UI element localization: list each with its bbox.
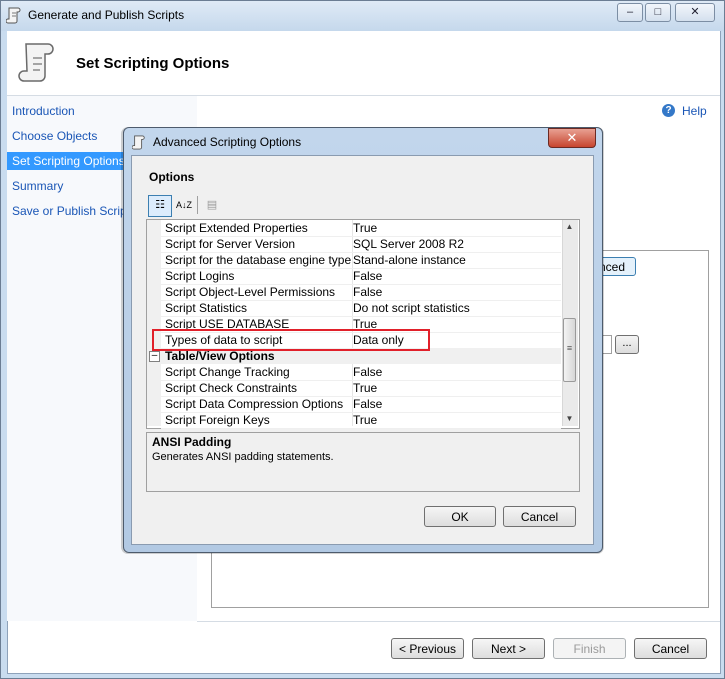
property-name: Script Data Compression Options bbox=[165, 397, 344, 411]
grid-row[interactable]: Script Change Tracking False bbox=[161, 364, 561, 381]
ok-button[interactable]: OK bbox=[424, 506, 496, 527]
nav-item-choose-objects[interactable]: Choose Objects bbox=[12, 129, 97, 143]
property-name: Script Statistics bbox=[165, 301, 248, 315]
window-close-button[interactable]: ✕ bbox=[675, 3, 715, 22]
grid-gutter bbox=[147, 220, 161, 426]
category-label: Table/View Options bbox=[165, 349, 275, 363]
scroll-up-icon[interactable]: ▲ bbox=[562, 220, 577, 234]
grid-row[interactable]: Script Statistics Do not script statistic… bbox=[161, 300, 561, 317]
grid-row[interactable]: Script Extended Properties True bbox=[161, 220, 561, 237]
property-value: False bbox=[353, 397, 383, 411]
property-name: Script for the database engine type bbox=[165, 253, 352, 267]
minimize-button[interactable]: – bbox=[617, 3, 643, 22]
property-name: Script Extended Properties bbox=[165, 221, 308, 235]
nav-item-introduction[interactable]: Introduction bbox=[12, 104, 75, 118]
scroll-down-icon[interactable]: ▼ bbox=[562, 412, 577, 426]
grid-row[interactable]: Script Foreign Keys True bbox=[161, 412, 561, 429]
property-name: Script Logins bbox=[165, 269, 235, 283]
page-title: Set Scripting Options bbox=[76, 55, 230, 72]
script-scroll-icon bbox=[6, 7, 21, 24]
grid-row[interactable]: Script Object-Level Permissions False bbox=[161, 284, 561, 301]
nav-item-save-or-publish[interactable]: Save or Publish Scripts bbox=[12, 204, 136, 218]
property-name: Script Foreign Keys bbox=[165, 413, 270, 427]
previous-button[interactable]: < Previous bbox=[391, 638, 464, 659]
property-name: Script for Server Version bbox=[165, 237, 296, 251]
highlight-box bbox=[152, 329, 430, 351]
alphabetical-sort-icon[interactable]: A↓Z bbox=[172, 195, 196, 217]
help-link[interactable]: Help bbox=[682, 104, 707, 118]
dialog-cancel-button[interactable]: Cancel bbox=[503, 506, 576, 527]
grip-icon: ≡ bbox=[566, 343, 573, 353]
grid-row[interactable]: Script Logins False bbox=[161, 268, 561, 285]
property-name: Script Check Constraints bbox=[165, 381, 298, 395]
property-name: Script Object-Level Permissions bbox=[165, 285, 336, 299]
property-value: False bbox=[353, 365, 383, 379]
toolbar-separator bbox=[197, 196, 198, 214]
dialog-title: Advanced Scripting Options bbox=[153, 135, 302, 149]
property-value: False bbox=[353, 285, 383, 299]
description-text: Generates ANSI padding statements. bbox=[152, 451, 334, 463]
property-value: Stand-alone instance bbox=[353, 253, 466, 267]
footer-divider bbox=[197, 621, 720, 622]
options-label: Options bbox=[149, 170, 195, 184]
property-value: True bbox=[353, 381, 378, 395]
property-pages-icon[interactable]: ▤ bbox=[200, 195, 224, 217]
property-value: False bbox=[353, 269, 383, 283]
grid-row[interactable]: Script for Server Version SQL Server 2008… bbox=[161, 236, 561, 253]
nav-item-summary[interactable]: Summary bbox=[12, 179, 63, 193]
grid-row[interactable]: Script for the database engine type Stand… bbox=[161, 252, 561, 269]
help-icon[interactable]: ? bbox=[662, 104, 675, 117]
cancel-button[interactable]: Cancel bbox=[634, 638, 707, 659]
finish-button[interactable]: Finish bbox=[553, 638, 626, 659]
script-scroll-icon bbox=[18, 43, 54, 82]
categorized-icon[interactable]: ☷ bbox=[148, 195, 172, 217]
property-value: Do not script statistics bbox=[353, 301, 470, 315]
property-value: SQL Server 2008 R2 bbox=[353, 237, 464, 251]
description-title: ANSI Padding bbox=[152, 435, 232, 449]
grid-row[interactable]: Script Check Constraints True bbox=[161, 380, 561, 397]
property-name: Script Change Tracking bbox=[165, 365, 290, 379]
property-value: True bbox=[353, 221, 378, 235]
browse-button[interactable]: ... bbox=[615, 335, 639, 354]
maximize-button[interactable]: □ bbox=[645, 3, 671, 22]
collapse-icon[interactable]: – bbox=[149, 351, 160, 362]
script-scroll-icon bbox=[132, 135, 145, 150]
window-title: Generate and Publish Scripts bbox=[28, 8, 185, 22]
next-button[interactable]: Next > bbox=[472, 638, 545, 659]
property-value: True bbox=[353, 413, 378, 427]
grid-row[interactable]: Script Data Compression Options False bbox=[161, 396, 561, 413]
dialog-close-button[interactable]: ✕ bbox=[548, 128, 596, 148]
